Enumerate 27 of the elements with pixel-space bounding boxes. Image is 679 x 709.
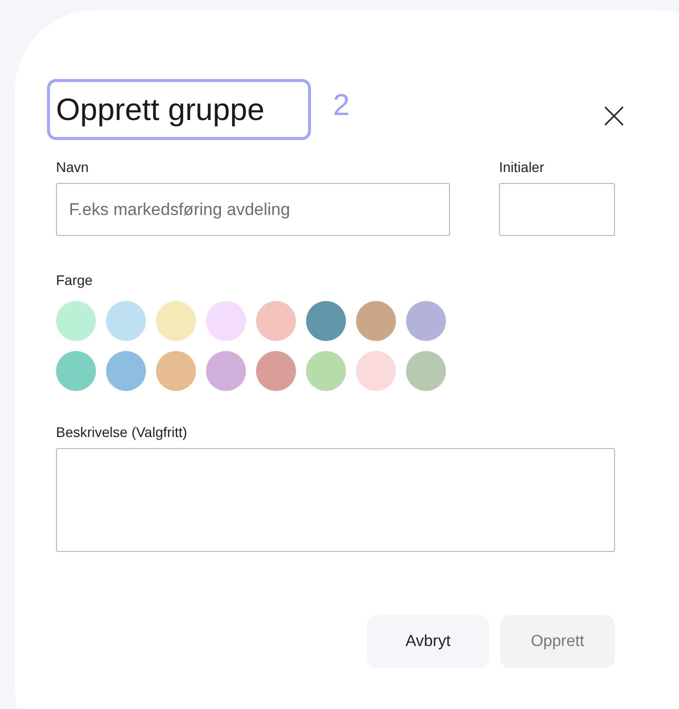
field-label: Beskrivelse (Valgfritt): [56, 424, 188, 440]
text-field[interactable]: F.eks markedsføring avdeling: [56, 183, 450, 236]
color-swatch[interactable]: [106, 351, 146, 391]
text-field[interactable]: [499, 183, 615, 236]
color-swatch[interactable]: [156, 351, 196, 391]
color-swatch[interactable]: [356, 301, 396, 341]
color-swatch[interactable]: [56, 351, 96, 391]
field-label: Initialer: [499, 159, 546, 175]
annotation-number: 2: [333, 89, 350, 123]
color-label: Farge: [56, 272, 93, 288]
color-swatch[interactable]: [406, 351, 446, 391]
dialog-button[interactable]: Avbryt: [367, 615, 489, 668]
color-swatch[interactable]: [406, 301, 446, 341]
close-icon[interactable]: [603, 104, 625, 126]
color-swatch[interactable]: [256, 351, 296, 391]
color-swatch[interactable]: [106, 301, 146, 341]
color-swatch[interactable]: [156, 301, 196, 341]
color-swatch[interactable]: [56, 301, 96, 341]
color-swatch[interactable]: [256, 301, 296, 341]
color-swatch[interactable]: [356, 351, 396, 391]
dialog-title: Opprett gruppe: [56, 92, 265, 128]
description-field[interactable]: [56, 448, 615, 552]
color-swatch[interactable]: [306, 301, 346, 341]
color-swatch[interactable]: [206, 301, 246, 341]
field-label: Navn: [56, 159, 90, 175]
color-swatch[interactable]: [206, 351, 246, 391]
color-swatch[interactable]: [306, 351, 346, 391]
